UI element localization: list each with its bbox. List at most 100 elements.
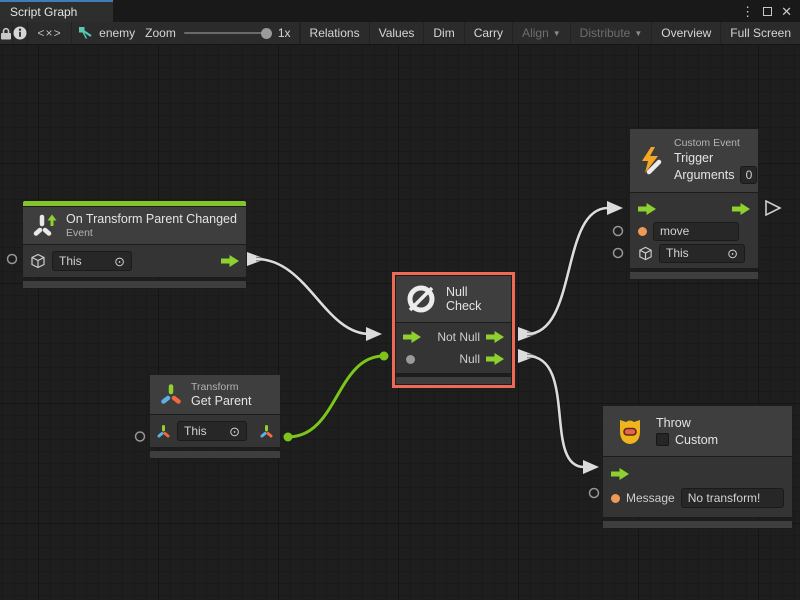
close-icon[interactable]: ✕ (781, 5, 792, 18)
connection-event-to-nullcheck[interactable] (256, 259, 370, 334)
node-footer (149, 450, 281, 459)
fullscreen-button[interactable]: Full Screen (720, 22, 800, 44)
lock-button[interactable] (0, 22, 13, 44)
transform-icon (159, 383, 183, 407)
connection-endpoint (284, 433, 293, 442)
node-subtitle: Event (66, 227, 237, 239)
node-category: Custom Event (674, 137, 757, 149)
object-picker-icon[interactable]: ⊙ (229, 425, 240, 438)
custom-event-icon (638, 145, 666, 177)
connection-getparent-to-nullcheck[interactable] (288, 356, 384, 437)
node-trigger-custom-event[interactable]: Custom Event Trigger Arguments 0 (629, 128, 759, 280)
transform-output-port-icon[interactable] (259, 424, 274, 439)
value-input-port[interactable] (406, 355, 415, 364)
node-footer (395, 376, 512, 385)
overview-button[interactable]: Overview (651, 22, 720, 44)
code-icon: <×> (38, 26, 62, 40)
lock-icon (0, 27, 12, 40)
null-check-icon (404, 282, 438, 316)
port-label-null: Null (459, 352, 480, 366)
chevron-down-icon: ▼ (634, 29, 642, 38)
relations-button[interactable]: Relations (300, 22, 369, 44)
flow-output-arrow[interactable] (486, 331, 504, 343)
message-field[interactable]: No transform! (681, 488, 784, 508)
event-name-field[interactable]: move (653, 222, 739, 241)
message-port[interactable] (611, 494, 620, 503)
arguments-field[interactable]: 0 (740, 166, 757, 184)
event-name-port[interactable] (638, 227, 647, 236)
flow-output-arrow[interactable] (486, 353, 504, 365)
object-picker-icon[interactable]: ⊙ (114, 255, 125, 268)
window-controls: ⋮ ✕ (741, 0, 800, 22)
connection-stub[interactable] (247, 252, 266, 266)
graph-name: enemy (72, 22, 135, 44)
connection-notnull-to-trigger[interactable] (527, 208, 608, 334)
chevron-down-icon: ▼ (553, 29, 561, 38)
node-on-transform-parent-changed[interactable]: On Transform Parent Changed Event This ⊙ (22, 200, 247, 289)
connection-stub[interactable] (518, 349, 537, 363)
graph-toolbar: <×> enemy Zoom 1x Relations Values Dim C… (0, 22, 800, 45)
gameobject-cube-icon (638, 246, 653, 261)
values-button[interactable]: Values (369, 22, 424, 44)
dim-button[interactable]: Dim (423, 22, 463, 44)
gameobject-cube-icon (30, 253, 46, 269)
tab-bar: Script Graph ⋮ ✕ (0, 0, 800, 22)
maximize-icon[interactable] (763, 7, 772, 16)
zoom-control: Zoom 1x (135, 22, 299, 44)
throw-error-icon (612, 413, 648, 449)
custom-checkbox[interactable] (656, 433, 669, 446)
trigger-name-port[interactable] (614, 227, 623, 236)
node-title: On Transform Parent Changed (66, 212, 237, 226)
getparent-target-field[interactable]: This ⊙ (177, 421, 247, 441)
info-icon (13, 26, 27, 40)
connection-endpoint (380, 352, 389, 361)
align-button[interactable]: Align ▼ (512, 22, 570, 44)
node-null-check[interactable]: Null Check Not Null Null (395, 275, 512, 385)
flow-output-arrow[interactable] (221, 255, 239, 267)
tab-title: Script Graph (10, 5, 77, 19)
zoom-slider[interactable] (184, 32, 270, 34)
transform-event-icon (32, 213, 58, 239)
connection-null-to-throw[interactable] (527, 356, 584, 467)
zoom-value: 1x (278, 26, 291, 40)
flow-input-arrow[interactable] (403, 331, 421, 343)
message-label: Message (626, 491, 675, 505)
toolbar-buttons: Relations Values Dim Carry Align ▼ Distr… (300, 22, 800, 44)
node-footer (602, 520, 793, 529)
node-title: Null Check (446, 285, 503, 313)
zoom-slider-knob[interactable] (261, 28, 272, 39)
tab-script-graph[interactable]: Script Graph (0, 0, 113, 22)
connection-stub[interactable] (518, 327, 537, 341)
port-label-not-null: Not Null (437, 330, 480, 344)
carry-button[interactable]: Carry (464, 22, 512, 44)
flow-input-arrow[interactable] (611, 468, 629, 480)
connection-arrowhead (366, 327, 382, 341)
event-target-field[interactable]: This ⊙ (52, 251, 132, 271)
graph-canvas[interactable]: On Transform Parent Changed Event This ⊙ (0, 45, 800, 600)
node-category: Transform (191, 381, 251, 393)
node-title: Throw (656, 416, 718, 430)
edit-code-button[interactable]: <×> (28, 22, 72, 44)
distribute-button[interactable]: Distribute ▼ (570, 22, 652, 44)
node-throw[interactable]: Throw Custom Message No (602, 405, 793, 529)
node-title: Get Parent (191, 394, 251, 408)
trigger-output-port[interactable] (766, 201, 780, 215)
node-title: Trigger (674, 151, 757, 165)
throw-message-port[interactable] (590, 489, 599, 498)
trigger-target-field[interactable]: This ⊙ (659, 244, 745, 263)
node-footer (629, 271, 759, 280)
zoom-label: Zoom (145, 26, 176, 40)
info-button[interactable] (13, 22, 28, 44)
trigger-target-port[interactable] (614, 249, 623, 258)
node-get-parent[interactable]: Transform Get Parent This ⊙ (149, 374, 281, 459)
object-picker-icon[interactable]: ⊙ (727, 247, 738, 260)
menu-icon[interactable]: ⋮ (741, 5, 754, 18)
script-graph-window: Script Graph ⋮ ✕ <×> (0, 0, 800, 600)
flow-output-arrow[interactable] (732, 203, 750, 215)
event-target-port[interactable] (8, 255, 17, 264)
custom-checkbox-label: Custom (675, 433, 718, 447)
connection-arrowhead (583, 460, 599, 474)
transform-port-icon[interactable] (156, 424, 171, 439)
getparent-target-port[interactable] (136, 432, 145, 441)
flow-input-arrow[interactable] (638, 203, 656, 215)
